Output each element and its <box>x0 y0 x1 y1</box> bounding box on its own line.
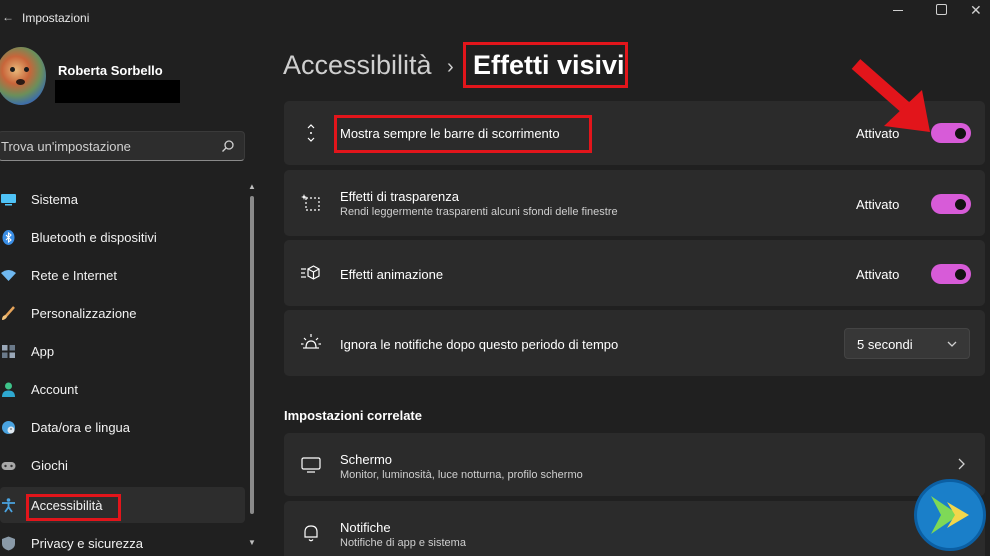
sidebar-item-label: Giochi <box>31 458 68 473</box>
redacted-email <box>55 80 180 103</box>
display-icon <box>301 457 321 473</box>
setting-description: Rendi leggermente trasparenti alcuni sfo… <box>340 206 618 218</box>
sidebar-item-label: App <box>31 344 55 359</box>
sidebar-item-label: Privacy e sicurezza <box>31 536 143 551</box>
search-box[interactable] <box>0 131 245 161</box>
monitor-icon <box>1 194 16 206</box>
wifi-icon <box>1 270 16 281</box>
related-title: Schermo <box>340 452 393 467</box>
highlight-scrollbars-setting <box>334 115 592 153</box>
breadcrumb-parent[interactable]: Accessibilità <box>283 50 432 81</box>
dropdown-value: 5 secondi <box>857 337 913 352</box>
sidebar-item-giochi[interactable]: Giochi <box>0 447 245 483</box>
apps-icon <box>2 345 15 358</box>
avatar-eye <box>24 67 29 72</box>
sidebar-item-personalizzazione[interactable]: Personalizzazione <box>0 295 245 331</box>
related-title: Notifiche <box>340 520 391 535</box>
toggle-knob <box>955 199 966 210</box>
shield-icon <box>2 536 15 551</box>
transparency-toggle[interactable] <box>931 194 971 214</box>
brightness-icon <box>301 334 321 349</box>
chevron-down-icon <box>947 341 957 347</box>
toggle-state-label: Attivato <box>856 267 900 282</box>
watermark-logo <box>914 479 986 551</box>
sidebar-item-app[interactable]: App <box>0 333 245 369</box>
breadcrumb-separator: › <box>447 56 454 78</box>
sidebar-item-label: Sistema <box>31 192 78 207</box>
sidebar-item-label: Bluetooth e dispositivi <box>31 230 157 245</box>
sidebar-item-label: Personalizzazione <box>31 306 137 321</box>
bluetooth-icon <box>2 230 15 245</box>
highlight-accessibility-item <box>26 494 121 521</box>
setting-title: Effetti animazione <box>340 267 444 282</box>
logo-mark-icon <box>931 496 969 534</box>
accessibility-icon <box>2 498 15 513</box>
related-description: Notifiche di app e sistema <box>340 537 466 549</box>
related-display[interactable]: Schermo Monitor, luminosità, luce nottur… <box>284 433 985 496</box>
scroll-down-arrow-icon[interactable]: ▼ <box>248 538 256 547</box>
scroll-up-arrow-icon[interactable]: ▲ <box>248 182 256 191</box>
setting-title: Effetti di trasparenza <box>340 189 459 204</box>
sidebar-item-account[interactable]: Account <box>0 371 245 407</box>
profile-name: Roberta Sorbello <box>58 63 163 78</box>
person-icon <box>2 382 15 397</box>
related-description: Monitor, luminosità, luce notturna, prof… <box>340 469 583 481</box>
search-icon[interactable] <box>221 139 235 153</box>
sidebar-item-sistema[interactable]: Sistema <box>0 181 245 217</box>
related-notifications[interactable]: Notifiche Notifiche di app e sistema <box>284 501 985 556</box>
red-arrow-icon <box>851 59 930 132</box>
sidebar-item-bluetooth[interactable]: Bluetooth e dispositivi <box>0 219 245 255</box>
avatar[interactable] <box>0 47 46 105</box>
animation-toggle[interactable] <box>931 264 971 284</box>
toggle-state-label: Attivato <box>856 197 900 212</box>
sidebar-scrollbar[interactable]: ▲ ▼ <box>247 182 257 552</box>
sidebar-item-label: Account <box>31 382 78 397</box>
scrollbar-thumb[interactable] <box>250 196 254 514</box>
related-settings-heading: Impostazioni correlate <box>284 408 422 423</box>
gamepad-icon <box>1 462 16 470</box>
title-bar: ← Impostazioni ✕ <box>0 0 990 34</box>
transparency-icon <box>301 194 320 211</box>
setting-notification-timeout[interactable]: Ignora le notifiche dopo questo periodo … <box>284 310 985 376</box>
toggle-knob <box>955 128 966 139</box>
minimize-button[interactable] <box>888 6 908 16</box>
animation-icon <box>301 265 320 280</box>
setting-title: Ignora le notifiche dopo questo periodo … <box>340 337 619 352</box>
scrollbars-toggle[interactable] <box>931 123 971 143</box>
bell-icon <box>304 525 318 542</box>
close-button[interactable]: ✕ <box>970 2 982 19</box>
toggle-knob <box>955 269 966 280</box>
scroll-arrows-icon <box>307 124 315 142</box>
avatar-nose <box>16 79 25 85</box>
brush-icon <box>2 306 15 320</box>
setting-animation[interactable]: Effetti animazione Attivato <box>284 240 985 306</box>
sidebar-item-rete[interactable]: Rete e Internet <box>0 257 245 293</box>
chevron-right-icon[interactable] <box>956 457 966 471</box>
setting-transparency[interactable]: Effetti di trasparenza Rendi leggermente… <box>284 170 985 236</box>
search-input[interactable] <box>1 137 211 155</box>
window-title: Impostazioni <box>22 11 90 25</box>
avatar-eye <box>10 67 15 72</box>
sidebar-item-label: Data/ora e lingua <box>31 420 131 435</box>
sidebar-item-label: Rete e Internet <box>31 268 117 283</box>
globe-clock-icon <box>2 421 15 434</box>
back-button[interactable]: ← <box>2 10 14 24</box>
notification-timeout-dropdown[interactable]: 5 secondi <box>844 328 970 359</box>
maximize-button[interactable] <box>936 4 947 15</box>
sidebar-item-data-ora[interactable]: Data/ora e lingua <box>0 409 245 445</box>
sidebar-item-privacy[interactable]: Privacy e sicurezza <box>0 525 245 556</box>
highlight-page-title <box>463 42 628 88</box>
